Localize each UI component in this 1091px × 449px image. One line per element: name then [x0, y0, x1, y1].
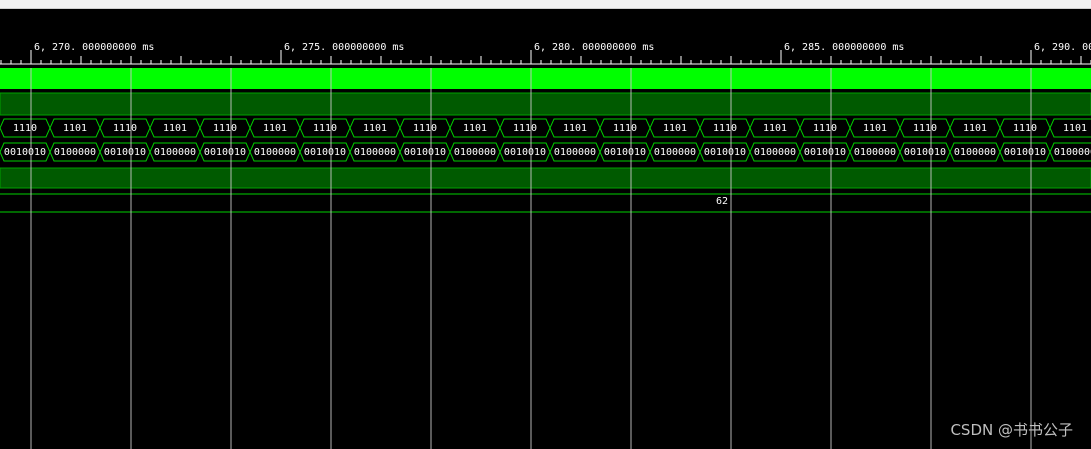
- bus-seg-value: 0010010: [4, 147, 46, 158]
- bus-seg-value: 0100000: [154, 147, 196, 158]
- ruler-label-6275: 6, 275. 000000000 ms: [284, 42, 404, 53]
- bus-nibble-value: 1101: [663, 123, 687, 134]
- signal-bus-const[interactable]: 62: [0, 193, 1091, 213]
- bus-nibble-value: 1101: [163, 123, 187, 134]
- bus-nibble-value: 1110: [1013, 123, 1037, 134]
- bus-seg-value: 0100000: [554, 147, 596, 158]
- bus-seg-value: 0100000: [954, 147, 996, 158]
- bus-seg-value: 0100000: [254, 147, 296, 158]
- signal-rows[interactable]: 1110 1101 1110 1101 1110 1101 1110 1101 1110 1101…: [0, 68, 1091, 213]
- bus-nibble-value: 1101: [763, 123, 787, 134]
- bus-seg-value: 0010010: [504, 147, 546, 158]
- bus-seg-value: 0010010: [704, 147, 746, 158]
- bus-seg-value: 0100000: [54, 147, 96, 158]
- time-ruler[interactable]: 6, 270. 000000000 ms 6, 275. 000000000 m…: [0, 42, 1091, 65]
- bus-seg-value: 0010010: [604, 147, 646, 158]
- bus-seg-value: 0100000: [854, 147, 896, 158]
- bus-seg-value: 0100000: [654, 147, 696, 158]
- bus-nibble-value: 1101: [863, 123, 887, 134]
- bus-nibble-value: 1110: [213, 123, 237, 134]
- bus-nibble-value: 1110: [613, 123, 637, 134]
- ruler-label-6290: 6, 290. 000000000 ms: [1034, 42, 1091, 53]
- bus-nibble-value: 1110: [313, 123, 337, 134]
- ruler-label-6280: 6, 280. 000000000 ms: [534, 42, 654, 53]
- bus-seg-value: 0100000: [754, 147, 796, 158]
- ruler-label-6285: 6, 285. 000000000 ms: [784, 42, 904, 53]
- watermark: CSDN @书书公子: [950, 421, 1073, 439]
- signal-dark-bar-1[interactable]: [0, 92, 1091, 116]
- signal-bright-bar[interactable]: [0, 68, 1091, 89]
- bus-nibble-value: 1101: [563, 123, 587, 134]
- bus-seg-value: 0010010: [104, 147, 146, 158]
- bus-nibble-value: 1110: [513, 123, 537, 134]
- ruler-label-6270: 6, 270. 000000000 ms: [34, 42, 154, 53]
- bus-seg-value: 0100000: [1054, 147, 1091, 158]
- waveform-canvas[interactable]: 6, 270. 000000000 ms 6, 275. 000000000 m…: [0, 9, 1091, 449]
- bus-seg-value: 0100000: [354, 147, 396, 158]
- bus-nibble-value: 1110: [113, 123, 137, 134]
- bus-nibble-value: 1101: [463, 123, 487, 134]
- bus-seg-value: 0010010: [304, 147, 346, 158]
- bus-nibble-value: 1110: [413, 123, 437, 134]
- bus-nibble-value: 1110: [713, 123, 737, 134]
- bus-nibble-value: 1101: [63, 123, 87, 134]
- bus-nibble-value: 1110: [13, 123, 37, 134]
- bus-nibble-value: 1101: [263, 123, 287, 134]
- bus-seg-value: 0010010: [804, 147, 846, 158]
- bus-seg-value: 0010010: [904, 147, 946, 158]
- bus-seg-value: 0010010: [1004, 147, 1046, 158]
- ruler-labels: 6, 270. 000000000 ms 6, 275. 000000000 m…: [34, 42, 1091, 53]
- signal-dark-bar-2[interactable]: [0, 167, 1091, 189]
- bus-nibble-value: 1101: [1063, 123, 1087, 134]
- bus-nibble-value: 1101: [363, 123, 387, 134]
- bus-nibble-value: 1110: [913, 123, 937, 134]
- window-top-border: [0, 0, 1091, 9]
- signal-bus-nibble[interactable]: 1110 1101 1110 1101 1110 1101 1110 1101 1110 1101…: [0, 118, 1091, 138]
- bus-seg-value: 0010010: [204, 147, 246, 158]
- bus-nibble-value: 1110: [813, 123, 837, 134]
- bus-seg-value: 0010010: [404, 147, 446, 158]
- signal-bus-seg[interactable]: 0010010 0100000 0010010 0100000 0010010 01000…: [0, 142, 1091, 162]
- bus-const-value: 62: [716, 196, 728, 207]
- bus-nibble-value: 1101: [963, 123, 987, 134]
- bus-seg-value: 0100000: [454, 147, 496, 158]
